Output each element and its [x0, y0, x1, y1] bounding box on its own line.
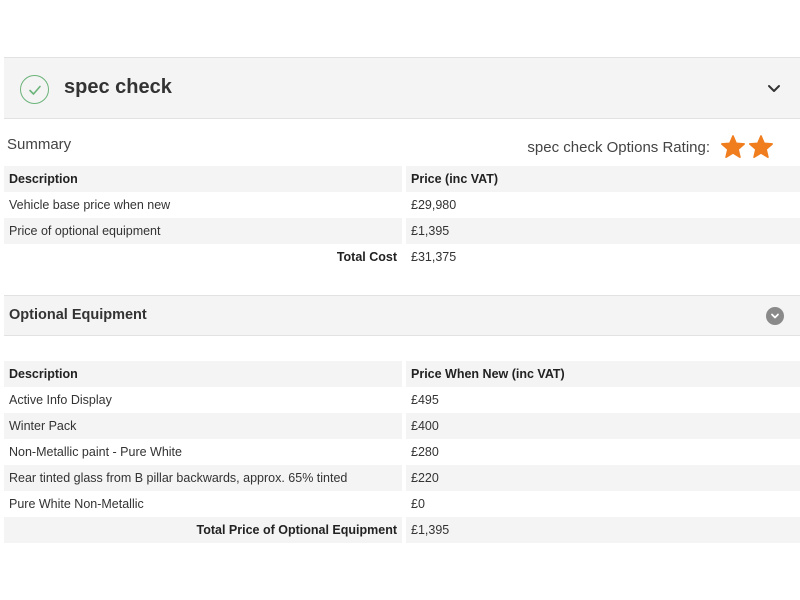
star-icon	[721, 135, 745, 158]
row-price: £400	[402, 413, 800, 439]
optional-equipment-header[interactable]: Optional Equipment	[4, 295, 800, 336]
options-rating: spec check Options Rating:	[527, 133, 774, 161]
table-row: Active Info Display £495	[4, 387, 800, 413]
summary-table: Description Price (inc VAT) Vehicle base…	[4, 166, 800, 270]
check-circle-icon	[20, 75, 49, 104]
row-description: Rear tinted glass from B pillar backward…	[4, 465, 402, 491]
row-description: Vehicle base price when new	[9, 198, 171, 212]
table-row: Price of optional equipment £1,395	[4, 218, 800, 244]
total-value: £31,375	[402, 244, 800, 270]
row-price: £280	[402, 439, 800, 465]
summary-label: Summary	[7, 136, 72, 153]
chevron-down-icon[interactable]	[766, 80, 782, 96]
table-header-row: Description Price When New (inc VAT)	[4, 361, 800, 387]
panel-title: spec check	[64, 76, 172, 98]
spec-check-header[interactable]: spec check	[4, 57, 800, 119]
table-row: Vehicle base price when new £29,980	[4, 192, 800, 218]
rating-label: spec check Options Rating:	[527, 138, 710, 156]
star-icon	[749, 135, 773, 158]
column-header: Price (inc VAT)	[402, 166, 800, 192]
row-description: Non-Metallic paint - Pure White	[9, 445, 182, 459]
total-label: Total Price of Optional Equipment	[4, 517, 402, 543]
table-header-row: Description Price (inc VAT)	[4, 166, 800, 192]
table-row: Rear tinted glass from B pillar backward…	[4, 465, 800, 491]
row-description: Price of optional equipment	[4, 218, 402, 244]
total-value: £1,395	[402, 517, 800, 543]
row-description: Active Info Display	[9, 393, 112, 407]
row-price: £220	[402, 465, 800, 491]
row-price: £0	[402, 491, 800, 517]
row-price: £495	[402, 387, 800, 413]
column-header: Description	[4, 361, 402, 387]
table-row: Pure White Non-Metallic £0	[4, 491, 800, 517]
column-header: Description	[4, 166, 402, 192]
table-row: Winter Pack £400	[4, 413, 800, 439]
total-row: Total Cost £31,375	[4, 244, 800, 270]
chevron-down-circle-icon[interactable]	[766, 307, 784, 325]
optional-equipment-table: Description Price When New (inc VAT) Act…	[4, 361, 800, 543]
row-description: Pure White Non-Metallic	[9, 497, 144, 511]
table-row: Non-Metallic paint - Pure White £280	[4, 439, 800, 465]
total-row: Total Price of Optional Equipment £1,395	[4, 517, 800, 543]
row-price: £1,395	[402, 218, 800, 244]
row-price: £29,980	[402, 192, 800, 218]
row-description: Winter Pack	[4, 413, 402, 439]
section-title: Optional Equipment	[9, 307, 147, 323]
total-label: Total Cost	[336, 250, 397, 264]
column-header: Price When New (inc VAT)	[402, 361, 800, 387]
